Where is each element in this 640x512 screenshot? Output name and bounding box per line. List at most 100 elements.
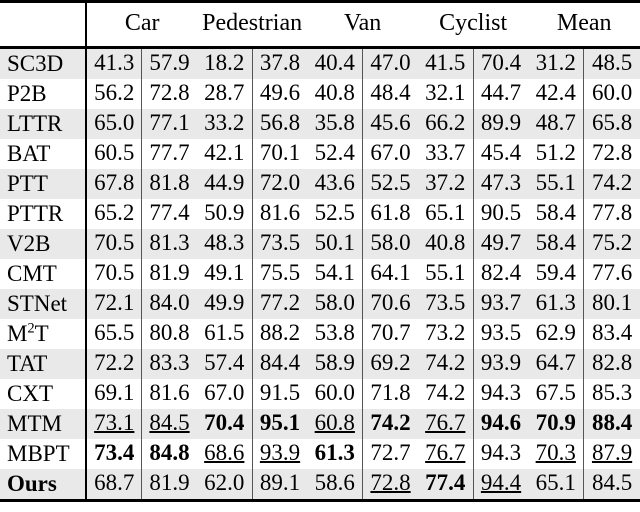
metric-cell: 68.6 [196, 439, 253, 469]
metric-cell: 74.2 [417, 349, 474, 379]
method-name-cell: CXT [0, 379, 88, 409]
metric-cell: 41.3 [86, 47, 143, 79]
metric-cell: 37.8 [252, 47, 308, 79]
metric-cell: 31.2 [528, 47, 585, 79]
metric-cell: 84.0 [141, 289, 197, 319]
method-superscript: 2 [27, 320, 35, 337]
column-header-pedestrian: Pedestrian [196, 3, 308, 49]
metric-cell: 73.4 [86, 439, 143, 469]
metric-cell: 64.7 [528, 349, 585, 379]
metric-cell: 72.8 [141, 79, 197, 109]
metric-cell: 48.7 [528, 109, 585, 139]
metric-cell: 49.6 [252, 79, 308, 109]
metric-cell: 94.4 [473, 469, 529, 501]
metric-cell: 77.1 [141, 109, 197, 139]
metric-cell: 84.4 [252, 349, 308, 379]
metric-cell: 73.2 [417, 319, 474, 349]
metric-cell: 48.3 [196, 229, 253, 259]
metric-cell: 67.0 [196, 379, 253, 409]
metric-cell: 77.7 [141, 139, 197, 169]
metric-cell: 56.8 [252, 109, 308, 139]
metric-cell: 70.4 [196, 409, 253, 439]
metric-cell: 83.4 [583, 319, 640, 349]
metric-cell: 76.7 [417, 409, 474, 439]
method-name-cell: V2B [0, 229, 88, 259]
metric-cell: 48.4 [362, 79, 418, 109]
metric-cell: 49.1 [196, 259, 253, 289]
metric-cell: 58.4 [528, 199, 585, 229]
metric-cell: 70.6 [362, 289, 418, 319]
metric-cell: 72.1 [86, 289, 143, 319]
method-name-cell: MBPT [0, 439, 88, 469]
metric-cell: 80.1 [583, 289, 640, 319]
method-name-cell: MTM [0, 409, 88, 439]
metric-cell: 64.1 [362, 259, 418, 289]
metric-cell: 81.6 [252, 199, 308, 229]
metric-cell: 58.6 [307, 469, 364, 501]
metric-cell: 44.7 [473, 79, 529, 109]
metric-cell: 83.3 [141, 349, 197, 379]
metric-cell: 62.0 [196, 469, 253, 501]
column-header-cyclist: Cyclist [417, 3, 529, 49]
metric-cell: 57.9 [141, 47, 197, 79]
metric-cell: 77.4 [417, 469, 474, 501]
benchmark-results-table: Car Pedestrian Van Cyclist Mean SC3D 41.3… [0, 0, 640, 503]
metric-cell: 94.3 [473, 439, 529, 469]
metric-cell: 44.9 [196, 169, 253, 199]
metric-cell: 70.5 [86, 259, 143, 289]
metric-cell: 67.0 [362, 139, 418, 169]
metric-cell: 60.0 [307, 379, 364, 409]
column-header-van: Van [307, 3, 418, 49]
table-row: STNet 72.1 84.0 49.9 77.2 58.0 70.6 73.5 93.7 61.… [0, 289, 640, 319]
method-name-cell: PTT [0, 169, 88, 199]
metric-cell: 67.8 [86, 169, 143, 199]
metric-cell: 90.5 [473, 199, 529, 229]
metric-cell: 71.8 [362, 379, 418, 409]
metric-cell: 93.5 [473, 319, 529, 349]
metric-cell: 60.8 [307, 409, 364, 439]
method-name-cell: Ours [0, 469, 88, 501]
method-name-cell: PTTR [0, 199, 88, 229]
metric-cell: 40.8 [417, 229, 474, 259]
metric-cell: 74.2 [417, 379, 474, 409]
metric-cell: 33.7 [417, 139, 474, 169]
metric-cell: 84.8 [141, 439, 197, 469]
metric-cell: 75.5 [252, 259, 308, 289]
table-row: Ours 68.7 81.9 62.0 89.1 58.6 72.8 77.4 94.4 65.1… [0, 469, 640, 501]
table-row: M2T 65.5 80.8 61.5 88.2 53.8 70.7 73.2 93.5 62.9 8… [0, 319, 640, 349]
metric-cell: 18.2 [196, 47, 253, 79]
metric-cell: 58.9 [307, 349, 364, 379]
table-row: MTM 73.1 84.5 70.4 95.1 60.8 74.2 76.7 94.6 70.9 8… [0, 409, 640, 439]
table-row: BAT 60.5 77.7 42.1 70.1 52.4 67.0 33.7 45.4 51.2 7… [0, 139, 640, 169]
metric-cell: 94.3 [473, 379, 529, 409]
method-name-cell: CMT [0, 259, 88, 289]
metric-cell: 35.8 [307, 109, 364, 139]
metric-cell: 84.5 [583, 469, 640, 501]
metric-cell: 52.4 [307, 139, 364, 169]
metric-cell: 59.4 [528, 259, 585, 289]
metric-cell: 93.7 [473, 289, 529, 319]
metric-cell: 69.1 [86, 379, 143, 409]
metric-cell: 54.1 [307, 259, 364, 289]
metric-cell: 52.5 [307, 199, 364, 229]
bottom-rule [0, 499, 640, 503]
metric-cell: 70.5 [86, 229, 143, 259]
metric-cell: 65.2 [86, 199, 143, 229]
table-row: CXT 69.1 81.6 67.0 91.5 60.0 71.8 74.2 94.3 67.5 8… [0, 379, 640, 409]
table-row: PTTR 65.2 77.4 50.9 81.6 52.5 61.8 65.1 90.5 58.4… [0, 199, 640, 229]
metric-cell: 84.5 [141, 409, 197, 439]
metric-cell: 48.5 [583, 47, 640, 79]
metric-cell: 40.4 [307, 47, 364, 79]
table-row: SC3D 41.3 57.9 18.2 37.8 40.4 47.0 41.5 70.4 31.2… [0, 47, 640, 79]
metric-cell: 65.1 [417, 199, 474, 229]
metric-cell: 69.2 [362, 349, 418, 379]
metric-cell: 70.3 [528, 439, 585, 469]
method-name-cell: STNet [0, 289, 88, 319]
table-row: CMT 70.5 81.9 49.1 75.5 54.1 64.1 55.1 82.4 59.4 7… [0, 259, 640, 289]
metric-cell: 89.1 [252, 469, 308, 501]
metric-cell: 72.8 [583, 139, 640, 169]
metric-cell: 40.8 [307, 79, 364, 109]
metric-cell: 81.3 [141, 229, 197, 259]
metric-cell: 74.2 [362, 409, 418, 439]
table-row: LTTR 65.0 77.1 33.2 56.8 35.8 45.6 66.2 89.9 48.7… [0, 109, 640, 139]
